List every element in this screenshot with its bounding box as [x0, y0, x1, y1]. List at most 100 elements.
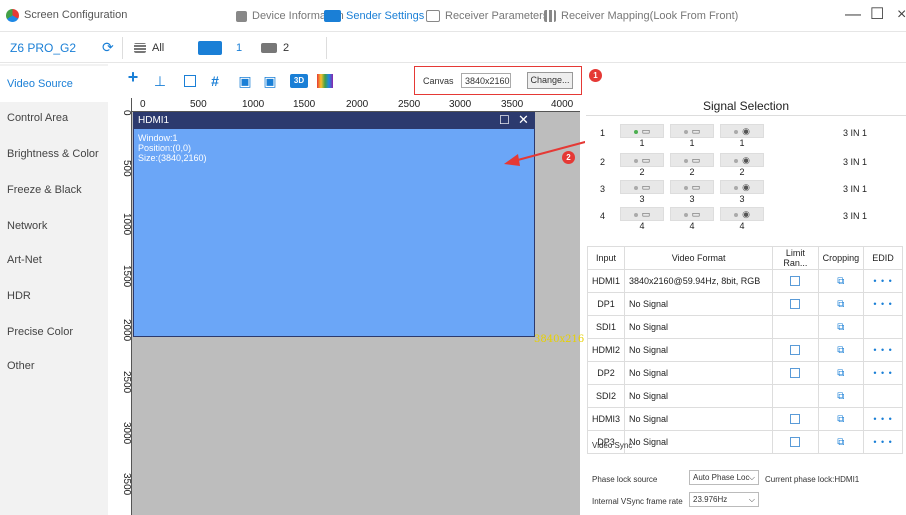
sidebar-item-precise-color[interactable]: Precise Color: [0, 314, 108, 350]
maximize-button[interactable]: ☐: [870, 6, 884, 24]
annotation-badge-2: 2: [562, 151, 575, 164]
device-tab-1[interactable]: 1: [192, 38, 248, 58]
limit-range-checkbox[interactable]: [790, 299, 801, 310]
sidebar-item-freeze-black[interactable]: Freeze & Black: [0, 172, 108, 208]
crop-icon[interactable]: ⧉: [837, 437, 844, 448]
edid-more-button[interactable]: • • •: [873, 276, 892, 286]
sidebar-item-brightness-color[interactable]: Brightness & Color: [0, 136, 108, 172]
limit-range-checkbox[interactable]: [790, 414, 801, 425]
sdi-port[interactable]: ◉: [720, 124, 764, 138]
ruler-tick: 1000: [121, 213, 132, 236]
edid-more-button[interactable]: • • •: [873, 299, 892, 309]
sidebar-item-video-source[interactable]: Video Source: [0, 66, 108, 102]
port-label: 3: [689, 194, 695, 204]
table-row[interactable]: HDMI3 No Signal ⧉ • • •: [586, 407, 903, 431]
table-row[interactable]: DP3 No Signal ⧉ • • •: [586, 430, 903, 454]
table-row[interactable]: HDMI1 3840x2160@59.94Hz, 8bit, RGB ⧉ • • •: [586, 269, 903, 293]
limit-range-checkbox[interactable]: [790, 437, 801, 448]
device-tab-all[interactable]: All: [128, 38, 170, 58]
edid-more-button[interactable]: • • •: [873, 414, 892, 424]
hdmi-port[interactable]: ▭: [620, 180, 664, 194]
fit-icon[interactable]: [184, 75, 196, 87]
edid-more-button[interactable]: • • •: [873, 368, 892, 378]
signal-mode: 3 IN 1: [843, 211, 868, 221]
signal-row-number: 4: [600, 211, 606, 221]
color-bars-icon[interactable]: [317, 74, 333, 88]
table-row[interactable]: SDI1 No Signal ⧉: [586, 315, 903, 339]
sidebar-item-network[interactable]: Network: [0, 208, 108, 244]
table-row[interactable]: SDI2 No Signal ⧉: [586, 384, 903, 408]
sidebar-item-hdr[interactable]: HDR: [0, 278, 108, 314]
add-icon[interactable]: +: [126, 68, 140, 86]
edid-cell: • • •: [863, 292, 903, 316]
edid-more-button[interactable]: • • •: [873, 437, 892, 447]
sidebar-item-other[interactable]: Other: [0, 348, 108, 384]
change-button[interactable]: Change...: [527, 72, 573, 89]
phase-lock-select[interactable]: Auto Phase Loc ⌵: [689, 470, 759, 485]
limit-range-cell: [772, 384, 819, 408]
limit-range-cell: [772, 292, 819, 316]
minimize-button[interactable]: —: [845, 6, 861, 24]
horizontal-ruler: 0 500 1000 1500 2000 2500 3000 3500 4000: [118, 98, 580, 112]
sdi-port[interactable]: ◉: [720, 153, 764, 167]
sidebar-item-control-area[interactable]: Control Area: [0, 100, 108, 136]
sdi-port[interactable]: ◉: [720, 180, 764, 194]
grid-icon[interactable]: #: [208, 74, 222, 88]
status-dot-icon: [633, 129, 638, 134]
sdi-port[interactable]: ◉: [720, 207, 764, 221]
input-cell: SDI1: [586, 315, 626, 339]
col-limit-range: Limit Ran...: [772, 246, 819, 270]
status-dot-icon: [683, 185, 688, 190]
limit-range-checkbox[interactable]: [790, 276, 801, 287]
limit-range-cell: [772, 269, 819, 293]
limit-range-cell: [772, 361, 819, 385]
refresh-icon[interactable]: ⟳: [102, 39, 114, 56]
dp-port[interactable]: ▭: [670, 124, 714, 138]
tab-sender-settings[interactable]: Sender Settings: [324, 6, 424, 26]
table-row[interactable]: DP1 No Signal ⧉ • • •: [586, 292, 903, 316]
hdmi-port[interactable]: ▭: [620, 207, 664, 221]
image-layer-icon[interactable]: ▣: [238, 74, 252, 88]
annotation-badge-1: 1: [589, 69, 602, 82]
layer-window[interactable]: HDMI1 ☐ ✕ Window:1 Position:(0,0) Size:(…: [133, 112, 535, 337]
maximize-window-icon[interactable]: ☐: [499, 113, 510, 127]
crop-icon[interactable]: ⧉: [837, 414, 844, 425]
format-cell: No Signal: [624, 361, 774, 385]
hdmi-port[interactable]: ▭: [620, 124, 664, 138]
vsync-select[interactable]: 23.976Hz ⌵: [689, 492, 759, 507]
3d-icon[interactable]: 3D: [290, 74, 308, 88]
input-cell: HDMI2: [586, 338, 626, 362]
table-row[interactable]: DP2 No Signal ⧉ • • •: [586, 361, 903, 385]
close-window-icon[interactable]: ✕: [518, 112, 529, 128]
divider: [122, 37, 123, 59]
edid-more-button[interactable]: • • •: [873, 345, 892, 355]
window-header[interactable]: HDMI1 ☐ ✕: [134, 112, 534, 129]
crop-icon[interactable]: ⧉: [837, 276, 844, 287]
port-label: 3: [639, 194, 645, 204]
image-layer-2-icon[interactable]: ▣: [263, 74, 277, 88]
input-cell: DP2: [586, 361, 626, 385]
crop-icon[interactable]: ⧉: [837, 322, 844, 333]
canvas-size-field[interactable]: 3840x2160: [461, 73, 511, 88]
crop-icon[interactable]: ⧉: [837, 368, 844, 379]
edid-cell: [863, 315, 903, 339]
close-button[interactable]: ×: [897, 6, 906, 24]
tab-receiver-mapping[interactable]: Receiver Mapping(Look From Front): [544, 6, 738, 26]
sidebar-item-art-net[interactable]: Art-Net: [0, 242, 108, 278]
hdmi-port[interactable]: ▭: [620, 153, 664, 167]
crop-icon[interactable]: ⧉: [837, 345, 844, 356]
crop-icon[interactable]: ⧉: [837, 391, 844, 402]
align-bottom-icon[interactable]: ⊥: [153, 74, 167, 88]
crop-icon[interactable]: ⧉: [837, 299, 844, 310]
limit-range-checkbox[interactable]: [790, 345, 801, 356]
table-row[interactable]: HDMI2 No Signal ⧉ • • •: [586, 338, 903, 362]
mapping-icon: [544, 10, 556, 22]
dp-port[interactable]: ▭: [670, 180, 714, 194]
device-tab-2[interactable]: 2: [255, 38, 295, 58]
dp-port[interactable]: ▭: [670, 153, 714, 167]
cropping-cell: ⧉: [817, 384, 865, 408]
dp-port[interactable]: ▭: [670, 207, 714, 221]
limit-range-checkbox[interactable]: [790, 368, 801, 379]
tab-receiver-parameters[interactable]: Receiver Parameters: [426, 6, 548, 26]
device-name[interactable]: Z6 PRO_G2: [10, 41, 76, 55]
